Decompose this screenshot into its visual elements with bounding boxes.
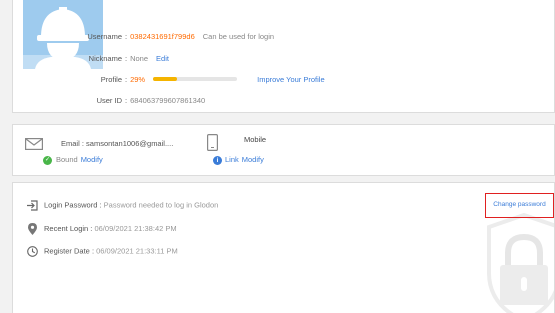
improve-profile-link[interactable]: Improve Your Profile bbox=[257, 75, 325, 84]
register-date-value: 06/09/2021 21:33:11 PM bbox=[96, 246, 178, 256]
mobile-link[interactable]: Link bbox=[225, 155, 239, 164]
mobile-link-row: i Link Modify bbox=[213, 155, 264, 165]
userid-row: User ID:684063799607861340 bbox=[54, 96, 206, 105]
info-circle-icon: i bbox=[213, 155, 222, 165]
security-panel: Login Password : Password needed to log … bbox=[12, 182, 555, 313]
nickname-value: None bbox=[130, 54, 149, 63]
recent-login-row: Recent Login : 06/09/2021 21:38:42 PM bbox=[27, 223, 177, 235]
email-label: Email bbox=[61, 139, 80, 148]
login-password-desc: Password needed to log in Glodon bbox=[103, 200, 219, 210]
email-modify-link[interactable]: Modify bbox=[81, 155, 103, 164]
register-date-row: Register Date : 06/09/2021 21:33:11 PM bbox=[27, 246, 178, 257]
login-arrow-icon bbox=[27, 200, 38, 211]
profile-label: Profile bbox=[100, 75, 122, 84]
username-hint: Can be used for login bbox=[202, 32, 275, 41]
login-password-row: Login Password : Password needed to log … bbox=[27, 200, 218, 211]
userid-sep: : bbox=[125, 96, 128, 105]
userid-value: 684063799607861340 bbox=[130, 96, 206, 105]
contact-panel: Email : samsontan1006@gmail.... ✓ Bound Mo… bbox=[12, 124, 555, 176]
username-label: Username bbox=[87, 32, 122, 41]
profile-progress-bar bbox=[153, 77, 238, 82]
profile-progress-fill bbox=[153, 77, 178, 82]
userid-label: User ID bbox=[96, 96, 122, 105]
change-password-button[interactable]: Change password bbox=[485, 193, 554, 218]
username-row: Username:0382431691f799d6 Can be used for… bbox=[54, 32, 274, 41]
mail-icon bbox=[25, 138, 43, 150]
mobile-label: Mobile bbox=[244, 135, 267, 144]
profile-sep: : bbox=[125, 75, 128, 84]
profile-percent: 29% bbox=[130, 75, 146, 84]
profile-row: Profile:29% Improve Your Profile bbox=[54, 75, 325, 84]
recent-login-value: 06/09/2021 21:38:42 PM bbox=[94, 223, 177, 233]
username-value: 0382431691f799d6 bbox=[130, 32, 195, 41]
login-password-label: Login Password bbox=[44, 200, 98, 210]
register-date-label: Register Date bbox=[44, 246, 90, 256]
profile-panel: Change photo Username:0382431691f799d6 Ca… bbox=[12, 0, 555, 113]
mobile-phone-icon bbox=[207, 134, 218, 151]
nickname-label: Nickname bbox=[88, 54, 122, 63]
email-bound-status: ✓ Bound Modify bbox=[43, 155, 103, 165]
nickname-edit-link[interactable]: Edit bbox=[156, 54, 169, 63]
username-sep: : bbox=[125, 32, 128, 41]
email-row: Email : samsontan1006@gmail.... bbox=[61, 139, 174, 148]
nickname-row: Nickname: None Edit bbox=[54, 54, 169, 63]
mobile-modify-link[interactable]: Modify bbox=[242, 155, 264, 164]
location-pin-icon bbox=[28, 223, 37, 235]
nickname-sep: : bbox=[125, 54, 128, 63]
recent-login-label: Recent Login bbox=[44, 223, 89, 233]
check-circle-icon: ✓ bbox=[43, 155, 52, 165]
clock-icon bbox=[27, 246, 38, 257]
email-value: samsontan1006@gmail.... bbox=[86, 139, 174, 148]
shield-lock-watermark-icon bbox=[487, 213, 554, 313]
bound-text: Bound bbox=[56, 155, 78, 164]
